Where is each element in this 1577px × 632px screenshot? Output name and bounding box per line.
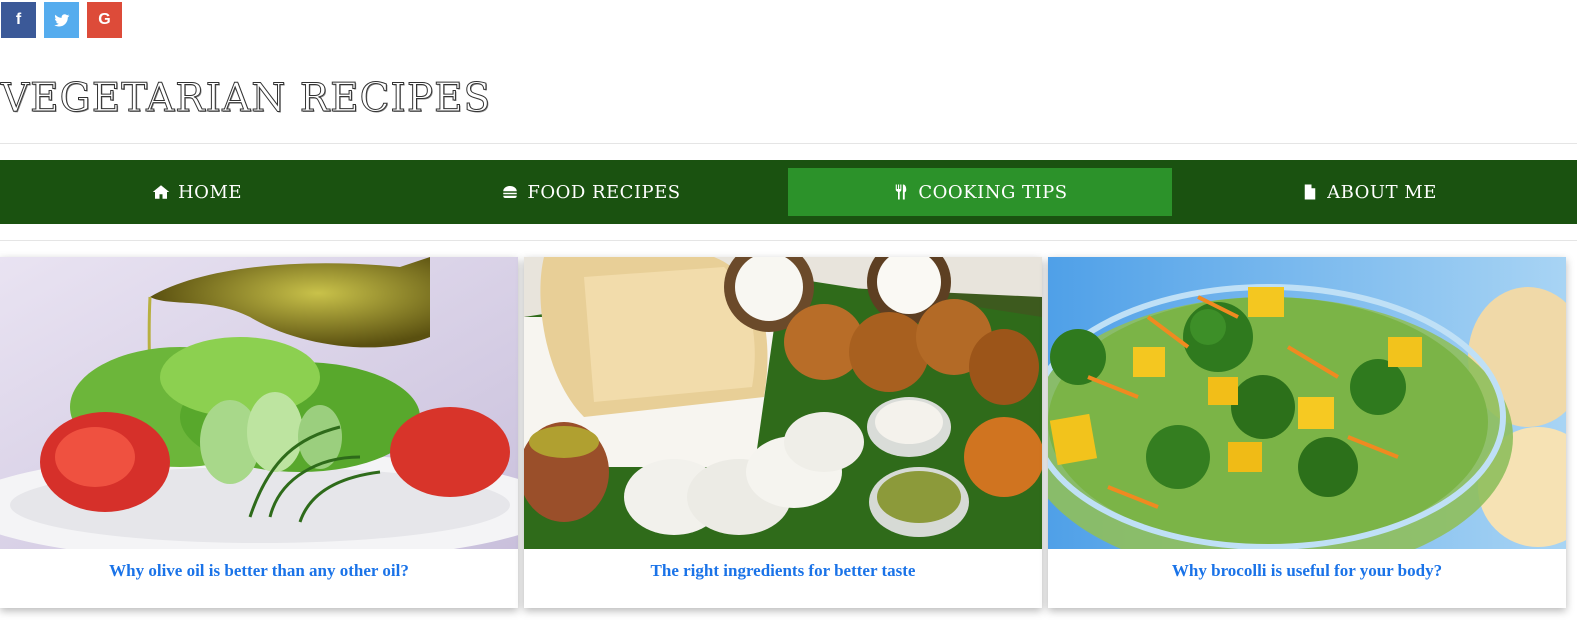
twitter-icon (53, 12, 70, 28)
nav-item-label: Food Recipes (527, 181, 681, 203)
facebook-icon: f (15, 11, 22, 28)
header-divider (0, 143, 1577, 144)
article-title-link[interactable]: Why brocolli is useful for your body? (1048, 561, 1566, 581)
nav-item-label: Cooking Tips (918, 181, 1068, 203)
nav-item-about-me[interactable]: About Me (1172, 168, 1566, 216)
twitter-button[interactable] (44, 2, 79, 38)
article-card[interactable]: The right ingredients for better taste (524, 257, 1042, 608)
dosa-idli-platter-image[interactable] (524, 257, 1042, 549)
home-icon (152, 185, 170, 199)
main-navigation: Home Food Recipes Cooking Tips About Me (0, 160, 1577, 224)
cutlery-icon (896, 184, 907, 200)
google-icon: G (98, 11, 111, 28)
burger-icon (503, 186, 518, 198)
nav-item-label: About Me (1327, 181, 1437, 203)
broccoli-salad-bowl-image[interactable] (1048, 257, 1566, 549)
facebook-button[interactable]: f (1, 2, 36, 38)
nav-item-food-recipes[interactable]: Food Recipes (394, 168, 788, 216)
article-card[interactable]: Why brocolli is useful for your body? (1048, 257, 1566, 608)
article-cards: Why olive oil is better than any other o… (0, 257, 1566, 608)
site-title[interactable]: Vegetarian Recipes (0, 76, 491, 122)
nav-divider (0, 240, 1577, 241)
olive-oil-salad-image[interactable] (0, 257, 518, 549)
nav-item-label: Home (177, 181, 243, 203)
nav-item-home[interactable]: Home (0, 168, 394, 216)
social-links: f G (1, 2, 122, 38)
nav-item-cooking-tips[interactable]: Cooking Tips (788, 168, 1172, 216)
document-icon (1304, 184, 1316, 200)
article-title-link[interactable]: The right ingredients for better taste (524, 561, 1042, 581)
google-button[interactable]: G (87, 2, 122, 38)
article-title-link[interactable]: Why olive oil is better than any other o… (0, 561, 518, 581)
article-card[interactable]: Why olive oil is better than any other o… (0, 257, 518, 608)
